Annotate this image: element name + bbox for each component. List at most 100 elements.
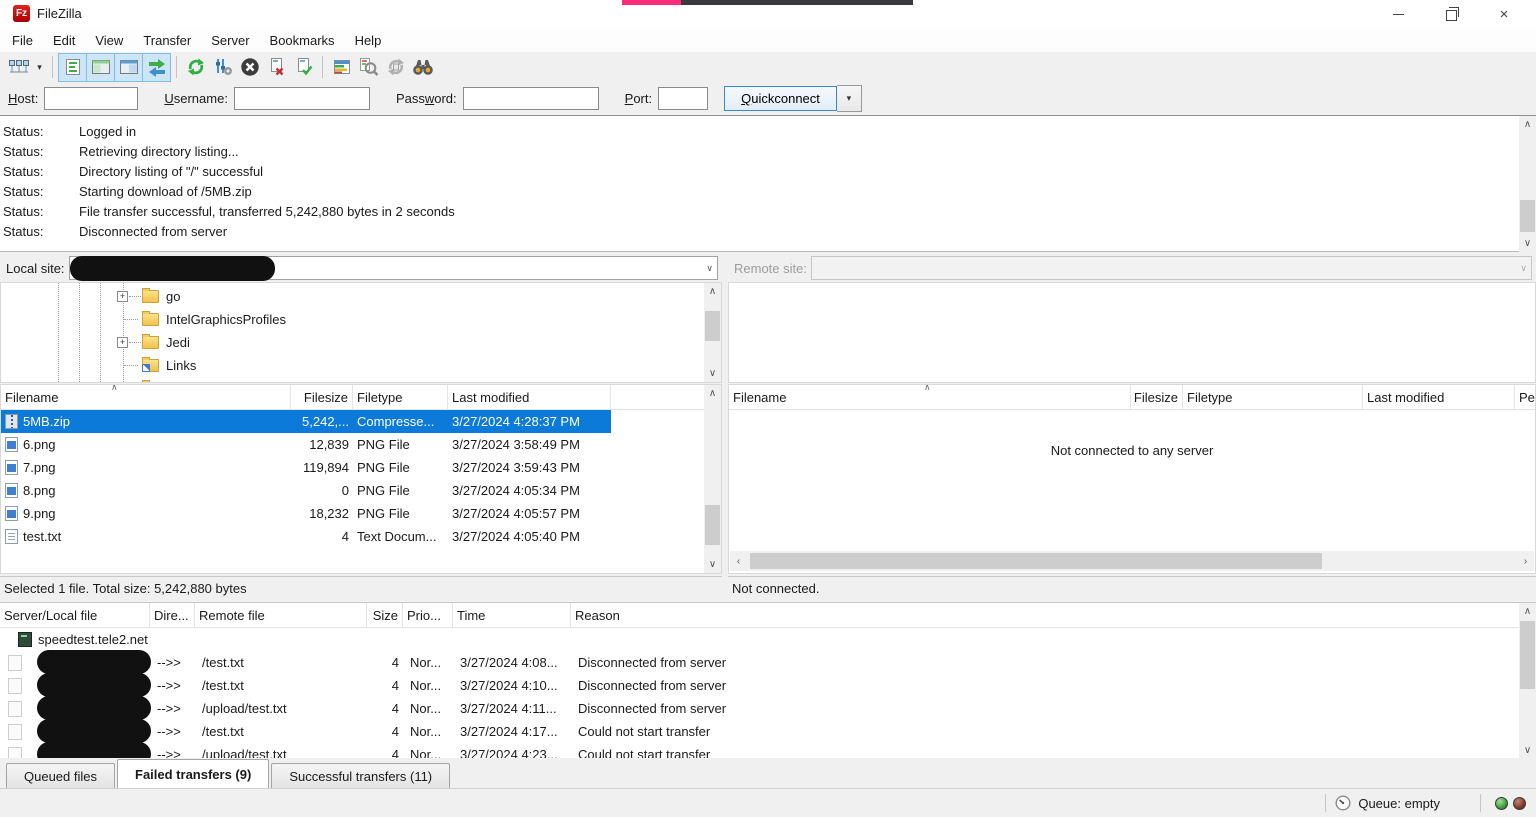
scrollbar-thumb[interactable] xyxy=(705,311,720,341)
scroll-up-icon[interactable]: ∧ xyxy=(1519,116,1536,133)
tree-item-intelgraphicsprofiles[interactable]: IntelGraphicsProfiles xyxy=(142,308,286,330)
queue-scrollbar[interactable]: ∧ ∨ xyxy=(1519,603,1536,758)
scrollbar-thumb[interactable] xyxy=(705,505,720,545)
column-header-filetype[interactable]: Filetype xyxy=(1183,385,1363,409)
tree-item-links[interactable]: Links xyxy=(142,354,196,376)
restore-button[interactable] xyxy=(1427,0,1473,28)
scroll-up-icon[interactable]: ∧ xyxy=(1519,603,1536,620)
queue-row[interactable]: -->> /test.txt 4 Nor... 3/27/2024 4:10..… xyxy=(0,673,1536,697)
reconnect-button[interactable] xyxy=(290,54,317,80)
tree-item-go[interactable]: go xyxy=(142,285,180,307)
file-row-test-txt[interactable]: test.txt 4 Text Docum... 3/27/2024 4:05:… xyxy=(1,525,721,548)
file-row-5mb-zip[interactable]: 5MB.zip 5,242,... Compresse... 3/27/2024… xyxy=(1,410,611,433)
local-site-label: Local site: xyxy=(6,260,65,276)
minimize-button[interactable] xyxy=(1375,0,1421,28)
password-input[interactable] xyxy=(462,87,599,110)
column-header-filesize[interactable]: Filesize xyxy=(291,385,353,409)
tree-item-jedi[interactable]: Jedi xyxy=(142,331,190,353)
text-file-icon xyxy=(5,529,18,544)
menu-edit[interactable]: Edit xyxy=(43,28,85,52)
cancel-button[interactable] xyxy=(236,54,263,80)
disconnect-button[interactable] xyxy=(263,54,290,80)
queue-row-partial[interactable]: -->> /upload/test.txt 4 Nor... 3/27/2024… xyxy=(0,742,1536,758)
scrollbar-thumb[interactable] xyxy=(1520,200,1535,232)
directory-comparison-button[interactable] xyxy=(328,54,355,80)
queue-size: 4 xyxy=(391,701,399,716)
scroll-down-icon[interactable]: ∨ xyxy=(1519,742,1536,758)
tab-failed-transfers[interactable]: Failed transfers (9) xyxy=(117,759,270,788)
remote-file-list: ∧ Filename Filesize Filetype Last modifi… xyxy=(728,384,1536,574)
column-header-priority[interactable]: Prio... xyxy=(403,603,453,627)
scroll-left-icon[interactable]: ‹ xyxy=(730,553,747,570)
log-scrollbar[interactable]: ∧ ∨ xyxy=(1519,116,1536,252)
local-files-scrollbar[interactable]: ∧ ∨ xyxy=(704,385,721,573)
column-header-filetype[interactable]: Filetype xyxy=(353,385,448,409)
scroll-right-icon[interactable]: › xyxy=(1517,553,1534,570)
filezilla-logo-icon: Fz xyxy=(13,5,30,22)
column-header-size[interactable]: Size xyxy=(367,603,403,627)
file-row-8-png[interactable]: 8.png 0 PNG File 3/27/2024 4:05:34 PM xyxy=(1,479,721,502)
zip-file-icon xyxy=(5,414,18,429)
tree-item-partial[interactable] xyxy=(142,377,166,382)
scroll-up-icon[interactable]: ∧ xyxy=(704,385,721,402)
queue-time: 3/27/2024 4:10... xyxy=(460,678,558,693)
toggle-transfer-queue-button[interactable] xyxy=(143,52,171,82)
column-header-last-modified[interactable]: Last modified xyxy=(1363,385,1515,409)
column-header-last-modified[interactable]: Last modified xyxy=(448,385,611,409)
tab-queued-files[interactable]: Queued files xyxy=(6,763,115,788)
local-selection-summary: Selected 1 file. Total size: 5,242,880 b… xyxy=(0,576,722,600)
queue-header: Server/Local file Dire... Remote file Si… xyxy=(0,603,1536,628)
queue-size: 4 xyxy=(391,724,399,739)
username-input[interactable] xyxy=(233,87,370,110)
toggle-local-tree-button[interactable] xyxy=(87,52,115,82)
queue-row[interactable]: -->> /test.txt 4 Nor... 3/27/2024 4:08..… xyxy=(0,650,1536,674)
column-header-direction[interactable]: Dire... xyxy=(150,603,195,627)
port-input[interactable] xyxy=(658,87,709,110)
queue-server-row[interactable]: speedtest.tele2.net xyxy=(0,628,1536,651)
queue-row[interactable]: -->> /upload/test.txt 4 Nor... 3/27/2024… xyxy=(0,696,1536,720)
toolbar-separator xyxy=(322,56,323,78)
tree-scrollbar[interactable]: ∧ ∨ xyxy=(704,283,721,382)
column-header-remote-file[interactable]: Remote file xyxy=(195,603,367,627)
menu-transfer[interactable]: Transfer xyxy=(133,28,201,52)
tree-expand-button[interactable]: + xyxy=(117,337,128,348)
column-header-server-local-file[interactable]: Server/Local file xyxy=(0,603,150,627)
host-input[interactable] xyxy=(44,87,139,110)
toggle-remote-tree-button[interactable] xyxy=(115,52,143,82)
scroll-down-icon[interactable]: ∨ xyxy=(1519,235,1536,252)
menu-view[interactable]: View xyxy=(85,28,133,52)
menu-file[interactable]: File xyxy=(2,28,43,52)
tab-successful-transfers[interactable]: Successful transfers (11) xyxy=(271,763,451,788)
refresh-button[interactable] xyxy=(182,54,209,80)
menu-server[interactable]: Server xyxy=(201,28,259,52)
column-header-permissions[interactable]: Pe xyxy=(1515,385,1535,409)
menu-help[interactable]: Help xyxy=(345,28,392,52)
scrollbar-thumb[interactable] xyxy=(750,553,1322,569)
scroll-down-icon[interactable]: ∨ xyxy=(704,556,721,573)
site-manager-button[interactable] xyxy=(5,54,32,80)
column-header-time[interactable]: Time xyxy=(453,603,571,627)
file-row-9-png[interactable]: 9.png 18,232 PNG File 3/27/2024 4:05:57 … xyxy=(1,502,721,525)
menu-bookmarks[interactable]: Bookmarks xyxy=(260,28,345,52)
remote-horizontal-scrollbar[interactable]: ‹ › xyxy=(730,551,1534,571)
transfer-queue-icon xyxy=(148,59,165,77)
scroll-up-icon[interactable]: ∧ xyxy=(704,283,721,300)
quickconnect-button[interactable]: Quickconnect xyxy=(724,86,837,111)
synchronized-browsing-button[interactable] xyxy=(382,54,409,80)
file-row-6-png[interactable]: 6.png 12,839 PNG File 3/27/2024 3:58:49 … xyxy=(1,433,721,456)
file-row-7-png[interactable]: 7.png 119,894 PNG File 3/27/2024 3:59:43… xyxy=(1,456,721,479)
quickconnect-dropdown-button[interactable]: ▾ xyxy=(836,85,862,112)
toggle-message-log-button[interactable] xyxy=(58,52,87,82)
column-header-filesize[interactable]: Filesize xyxy=(1131,385,1183,409)
site-manager-dropdown-button[interactable]: ▾ xyxy=(32,54,47,80)
scrollbar-thumb[interactable] xyxy=(1520,621,1535,689)
find-files-button[interactable] xyxy=(409,54,436,80)
scroll-down-icon[interactable]: ∨ xyxy=(704,365,721,382)
close-button[interactable]: × xyxy=(1481,0,1527,28)
queue-row[interactable]: -->> /test.txt 4 Nor... 3/27/2024 4:17..… xyxy=(0,719,1536,743)
column-header-reason[interactable]: Reason xyxy=(571,603,1536,627)
process-queue-button[interactable] xyxy=(209,54,236,80)
tree-expand-button[interactable]: + xyxy=(117,291,128,302)
filename-filters-button[interactable] xyxy=(355,54,382,80)
column-header-filename[interactable]: Filename xyxy=(1,385,291,409)
